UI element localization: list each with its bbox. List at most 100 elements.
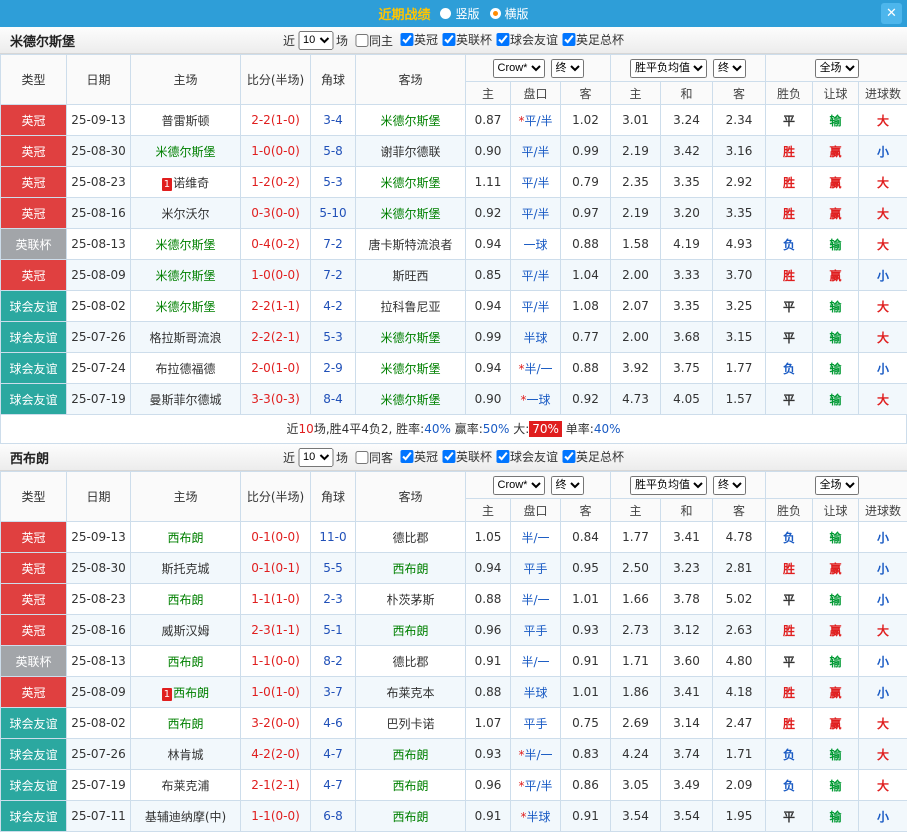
away-team[interactable]: 谢菲尔德联	[356, 136, 466, 167]
close-button[interactable]: ✕	[881, 3, 902, 24]
home-team[interactable]: 西布朗	[131, 646, 241, 677]
home-team[interactable]: 曼斯菲尔德城	[131, 384, 241, 415]
home-team[interactable]: 基辅迪纳摩(中)	[131, 801, 241, 832]
league-filter[interactable]: 英冠	[400, 448, 438, 465]
home-odds: 0.94	[466, 553, 511, 584]
away-team[interactable]: 米德尔斯堡	[356, 198, 466, 229]
league-filter[interactable]: 英联杯	[442, 31, 492, 48]
result-handicap: 赢	[813, 677, 859, 708]
away-team[interactable]: 米德尔斯堡	[356, 384, 466, 415]
league-filter[interactable]: 球会友谊	[496, 31, 558, 48]
away-team[interactable]: 拉科鲁尼亚	[356, 291, 466, 322]
same-venue-filter[interactable]: 同主	[355, 32, 393, 49]
league-badge: 英冠	[1, 105, 67, 136]
league-checkbox[interactable]	[442, 450, 455, 463]
away-team[interactable]: 唐卡斯特流浪者	[356, 229, 466, 260]
league-filter[interactable]: 英联杯	[442, 448, 492, 465]
result-wdl: 胜	[766, 553, 813, 584]
home-team[interactable]: 格拉斯哥流浪	[131, 322, 241, 353]
league-checkbox[interactable]	[442, 33, 455, 46]
home-team[interactable]: 米德尔斯堡	[131, 291, 241, 322]
bookmaker-select[interactable]: Crow*	[493, 476, 545, 495]
home-team[interactable]: 威斯汉姆	[131, 615, 241, 646]
col-header-home: 主场	[131, 55, 241, 105]
fullmatch-select[interactable]: 全场	[815, 476, 859, 495]
home-team[interactable]: 米德尔斯堡	[131, 136, 241, 167]
home-team[interactable]: 西布朗	[131, 522, 241, 553]
home-team[interactable]: 米尔沃尔	[131, 198, 241, 229]
final-odds-select[interactable]: 终	[551, 476, 584, 495]
avg-draw: 3.41	[661, 677, 713, 708]
bookmaker-select[interactable]: Crow*	[493, 59, 545, 78]
handicap: 平/半	[511, 260, 561, 291]
match-date: 25-07-26	[67, 322, 131, 353]
away-team[interactable]: 米德尔斯堡	[356, 167, 466, 198]
layout-vertical-option[interactable]: 竖版	[440, 5, 479, 22]
away-team[interactable]: 米德尔斯堡	[356, 353, 466, 384]
league-checkbox[interactable]	[400, 450, 413, 463]
away-team[interactable]: 斯旺西	[356, 260, 466, 291]
home-team[interactable]: 西布朗	[131, 584, 241, 615]
col-header-avg-draw: 和	[661, 499, 713, 522]
match-count-select[interactable]: 10	[298, 31, 333, 50]
avg-odds-select[interactable]: 胜平负均值	[630, 476, 707, 495]
league-filter[interactable]: 球会友谊	[496, 448, 558, 465]
match-count-select[interactable]: 10	[298, 448, 333, 467]
home-team[interactable]: 斯托克城	[131, 553, 241, 584]
radio-selected-icon[interactable]	[490, 8, 501, 19]
col-header-date: 日期	[67, 472, 131, 522]
away-team[interactable]: 西布朗	[356, 801, 466, 832]
away-team[interactable]: 布莱克本	[356, 677, 466, 708]
away-team[interactable]: 朴茨茅斯	[356, 584, 466, 615]
away-team[interactable]: 巴列卡诺	[356, 708, 466, 739]
final-odds-select[interactable]: 终	[551, 59, 584, 78]
league-checkbox[interactable]	[496, 33, 509, 46]
away-team[interactable]: 德比郡	[356, 646, 466, 677]
away-odds: 0.95	[561, 553, 611, 584]
league-checkbox[interactable]	[562, 450, 575, 463]
fullmatch-select[interactable]: 全场	[815, 59, 859, 78]
layout-horizontal-option[interactable]: 横版	[490, 5, 529, 22]
handicap: 半/一	[511, 646, 561, 677]
league-filter[interactable]: 英冠	[400, 31, 438, 48]
league-filter[interactable]: 英足总杯	[562, 31, 624, 48]
home-team[interactable]: 1诺维奇	[131, 167, 241, 198]
result-handicap: 赢	[813, 615, 859, 646]
home-team[interactable]: 米德尔斯堡	[131, 260, 241, 291]
home-team[interactable]: 西布朗	[131, 708, 241, 739]
away-odds: 0.84	[561, 522, 611, 553]
same-venue-checkbox[interactable]	[355, 34, 368, 47]
avg-home: 3.54	[611, 801, 661, 832]
home-team[interactable]: 林肯城	[131, 739, 241, 770]
final-avg-select[interactable]: 终	[713, 476, 746, 495]
home-team[interactable]: 布莱克浦	[131, 770, 241, 801]
match-row: 英联杯25-08-13米德尔斯堡0-4(0-2)7-2唐卡斯特流浪者0.94一球…	[1, 229, 907, 260]
same-venue-checkbox[interactable]	[355, 451, 368, 464]
home-team[interactable]: 1西布朗	[131, 677, 241, 708]
match-score: 2-2(1-0)	[241, 105, 311, 136]
league-checkbox[interactable]	[562, 33, 575, 46]
home-odds: 1.07	[466, 708, 511, 739]
away-team[interactable]: 西布朗	[356, 739, 466, 770]
radio-unselected-icon[interactable]	[440, 8, 451, 19]
avg-odds-select[interactable]: 胜平负均值	[630, 59, 707, 78]
final-avg-select[interactable]: 终	[713, 59, 746, 78]
result-handicap: 赢	[813, 136, 859, 167]
away-team[interactable]: 米德尔斯堡	[356, 105, 466, 136]
col-header-odds-home: 主	[466, 82, 511, 105]
away-team[interactable]: 西布朗	[356, 770, 466, 801]
home-team[interactable]: 布拉德福德	[131, 353, 241, 384]
result-handicap: 输	[813, 229, 859, 260]
same-venue-filter[interactable]: 同客	[355, 449, 393, 466]
away-team[interactable]: 米德尔斯堡	[356, 322, 466, 353]
match-score: 1-1(0-0)	[241, 801, 311, 832]
league-checkbox[interactable]	[496, 450, 509, 463]
league-checkbox[interactable]	[400, 33, 413, 46]
away-team[interactable]: 西布朗	[356, 553, 466, 584]
league-label: 英冠	[414, 31, 438, 48]
away-team[interactable]: 德比郡	[356, 522, 466, 553]
home-team[interactable]: 米德尔斯堡	[131, 229, 241, 260]
league-filter[interactable]: 英足总杯	[562, 448, 624, 465]
home-team[interactable]: 普雷斯顿	[131, 105, 241, 136]
away-team[interactable]: 西布朗	[356, 615, 466, 646]
